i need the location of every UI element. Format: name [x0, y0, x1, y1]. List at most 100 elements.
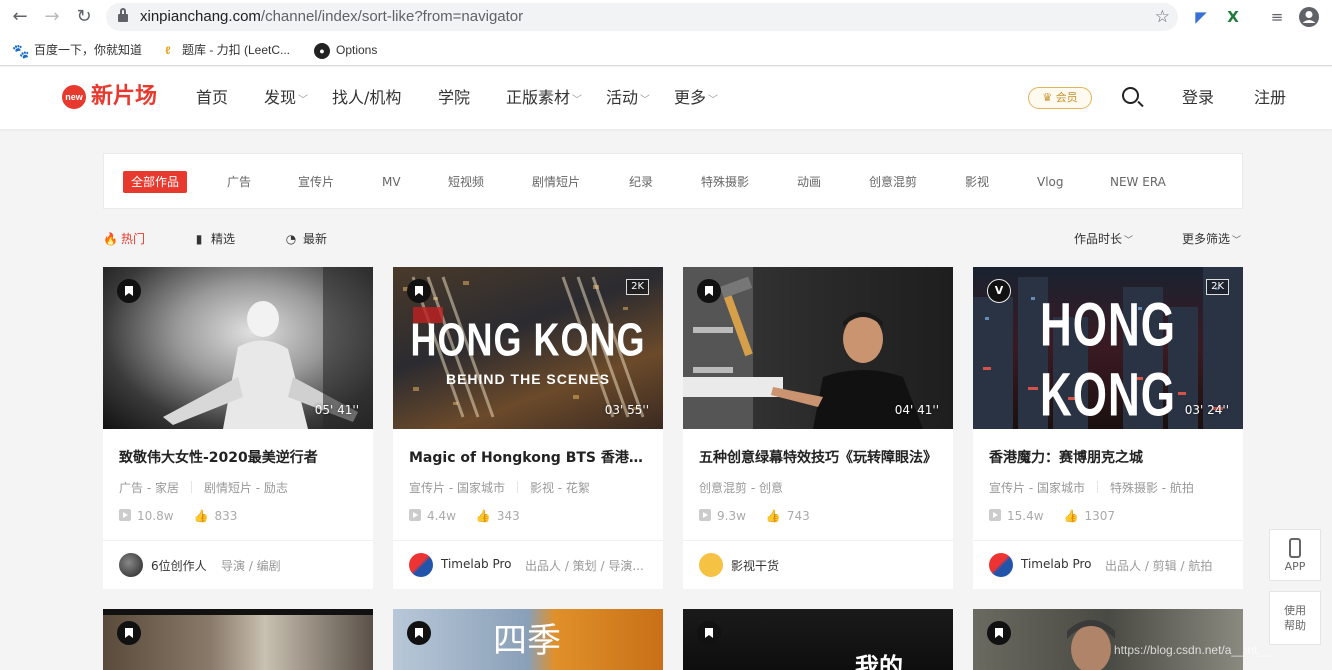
- nav-academy[interactable]: 学院: [438, 67, 470, 129]
- video-stats: 4.4w 👍 343: [409, 509, 520, 523]
- bookmark-icon[interactable]: [117, 279, 141, 303]
- video-thumbnail[interactable]: 05' 41'': [103, 267, 373, 429]
- bookmark-star-icon[interactable]: ☆: [1155, 3, 1170, 31]
- reload-icon[interactable]: ↻: [72, 5, 96, 29]
- play-count-icon: [699, 509, 711, 521]
- category-promo[interactable]: 宣传片: [298, 171, 334, 193]
- video-card[interactable]: HONG KONG BEHIND THE SCENES 2K 03' 55'' …: [393, 267, 663, 589]
- nav-home[interactable]: 首页: [196, 67, 228, 129]
- sort-latest[interactable]: ◔ 最新: [285, 230, 327, 248]
- nav-events[interactable]: 活动 ﹀: [606, 67, 650, 132]
- nav-stock[interactable]: 正版素材 ﹀: [506, 67, 582, 132]
- video-card[interactable]: [973, 609, 1243, 670]
- excel-extension-icon[interactable]: X: [1222, 6, 1244, 28]
- bookmark-leetcode[interactable]: ℓ 题库 - 力扣 (LeetC...: [160, 34, 290, 66]
- bookmark-icon[interactable]: [697, 621, 721, 645]
- bookmark-icon[interactable]: [117, 621, 141, 645]
- category-short-video[interactable]: 短视频: [448, 171, 484, 193]
- login-link[interactable]: 登录: [1182, 67, 1214, 129]
- video-title[interactable]: Magic of Hongkong BTS 香港魔力幕后: [409, 447, 649, 467]
- duration-filter[interactable]: 作品时长 ﹀: [1074, 230, 1133, 250]
- video-title[interactable]: 五种创意绿幕特效技巧《玩转障眼法》: [699, 447, 939, 467]
- author-name[interactable]: Timelab Pro: [441, 557, 512, 571]
- video-card[interactable]: 04' 41'' 五种创意绿幕特效技巧《玩转障眼法》 创意混剪 - 创意 9.3…: [683, 267, 953, 589]
- github-icon: ●: [314, 42, 330, 59]
- category-all[interactable]: 全部作品: [123, 171, 188, 193]
- like-icon: 👍: [193, 509, 209, 523]
- avatar[interactable]: [699, 553, 723, 577]
- address-bar[interactable]: xinpianchang.com/channel/index/sort-like…: [106, 3, 1178, 31]
- video-duration: 03' 24'': [1184, 403, 1229, 417]
- vip-button[interactable]: ♛ 会员: [1028, 87, 1092, 109]
- author-name[interactable]: 6位创作人: [151, 557, 207, 574]
- bookmark-baidu[interactable]: 🐾 百度一下，你就知道: [12, 34, 142, 66]
- lock-icon: [118, 8, 128, 23]
- resolution-badge: 2K: [626, 279, 649, 295]
- register-link[interactable]: 注册: [1254, 67, 1286, 129]
- category-documentary[interactable]: 纪录: [629, 171, 653, 193]
- bookmark-icon[interactable]: [407, 279, 431, 303]
- category-bar: 全部作品 广告 宣传片 MV 短视频 剧情短片 纪录 特殊摄影 动画 创意混剪 …: [103, 153, 1243, 209]
- video-thumbnail[interactable]: 04' 41'': [683, 267, 953, 429]
- chevron-down-icon: ﹀: [640, 95, 651, 106]
- bookmark-icon[interactable]: [407, 621, 431, 645]
- author-name[interactable]: 影视干货: [731, 557, 779, 574]
- author-name[interactable]: Timelab Pro: [1021, 557, 1092, 571]
- video-thumbnail[interactable]: HONG KONG V 2K 03' 24'': [973, 267, 1243, 429]
- category-animation[interactable]: 动画: [797, 171, 821, 193]
- category-special[interactable]: 特殊摄影: [701, 171, 749, 193]
- category-mv[interactable]: MV: [382, 171, 401, 193]
- category-short-film[interactable]: 剧情短片: [532, 171, 580, 193]
- video-card[interactable]: HONG KONG V 2K 03' 24'' 香港魔力：赛博朋克之城 宣传片 …: [973, 267, 1243, 589]
- chevron-down-icon: ﹀: [298, 95, 309, 106]
- like-icon: 👍: [475, 509, 491, 523]
- video-thumbnail[interactable]: HONG KONG BEHIND THE SCENES 2K 03' 55'': [393, 267, 663, 429]
- forward-icon[interactable]: →: [40, 5, 64, 29]
- video-stats: 10.8w 👍 833: [119, 509, 237, 523]
- extension-icon[interactable]: ◤: [1190, 6, 1212, 28]
- video-title[interactable]: 香港魔力：赛博朋克之城: [989, 447, 1229, 467]
- like-icon: 👍: [1063, 509, 1079, 523]
- back-icon[interactable]: ←: [8, 5, 32, 29]
- video-duration: 04' 41'': [894, 403, 939, 417]
- reading-list-icon[interactable]: ≡: [1266, 6, 1288, 28]
- author-roles: 出品人 / 剪辑 / 航拍: [1105, 559, 1213, 573]
- sort-hot[interactable]: 🔥 热门: [103, 230, 145, 248]
- help-button[interactable]: 使用 帮助: [1269, 591, 1321, 645]
- video-card[interactable]: 05' 41'' 致敬伟大女性-2020最美逆行者 广告 - 家居 剧情短片 - …: [103, 267, 373, 589]
- leetcode-icon: ℓ: [165, 44, 171, 57]
- clock-icon: ◔: [285, 232, 297, 246]
- bookmarks-bar: 🐾 百度一下，你就知道 ℓ 题库 - 力扣 (LeetC... ● Options: [0, 34, 1332, 66]
- video-tags: 广告 - 家居 剧情短片 - 励志: [119, 481, 288, 495]
- nav-discover[interactable]: 发现 ﹀: [264, 67, 308, 132]
- logo-badge[interactable]: new: [62, 85, 86, 109]
- avatar[interactable]: [989, 553, 1013, 577]
- category-new-era[interactable]: NEW ERA: [1110, 171, 1166, 193]
- avatar[interactable]: [409, 553, 433, 577]
- fire-icon: 🔥: [103, 232, 118, 246]
- bookmark-icon[interactable]: [697, 279, 721, 303]
- category-vlog[interactable]: Vlog: [1037, 171, 1064, 193]
- site-logo[interactable]: 新片场: [91, 83, 157, 111]
- bookmark-options[interactable]: ● Options: [314, 34, 377, 66]
- video-card[interactable]: [103, 609, 373, 670]
- more-filter[interactable]: 更多筛选 ﹀: [1182, 230, 1241, 250]
- video-card[interactable]: 我的: [683, 609, 953, 670]
- avatar[interactable]: [119, 553, 143, 577]
- category-ads[interactable]: 广告: [227, 171, 251, 193]
- search-icon[interactable]: [1122, 87, 1144, 109]
- video-title[interactable]: 致敬伟大女性-2020最美逆行者: [119, 447, 359, 467]
- sort-featured[interactable]: ▮ 精选: [193, 230, 235, 248]
- app-label: APP: [1284, 560, 1306, 573]
- video-card[interactable]: 四季: [393, 609, 663, 670]
- category-film[interactable]: 影视: [965, 171, 989, 193]
- profile-icon[interactable]: [1298, 6, 1320, 28]
- category-remix[interactable]: 创意混剪: [869, 171, 917, 193]
- nav-find-people[interactable]: 找人/机构: [332, 67, 401, 129]
- author-roles: 出品人 / 策划 / 导演...: [525, 559, 644, 573]
- chevron-down-icon: ﹀: [708, 95, 719, 106]
- chevron-down-icon: ﹀: [1232, 236, 1242, 246]
- nav-more[interactable]: 更多 ﹀: [674, 67, 718, 132]
- thumbnail-title: 我的: [855, 653, 903, 670]
- app-download-button[interactable]: APP: [1269, 529, 1321, 581]
